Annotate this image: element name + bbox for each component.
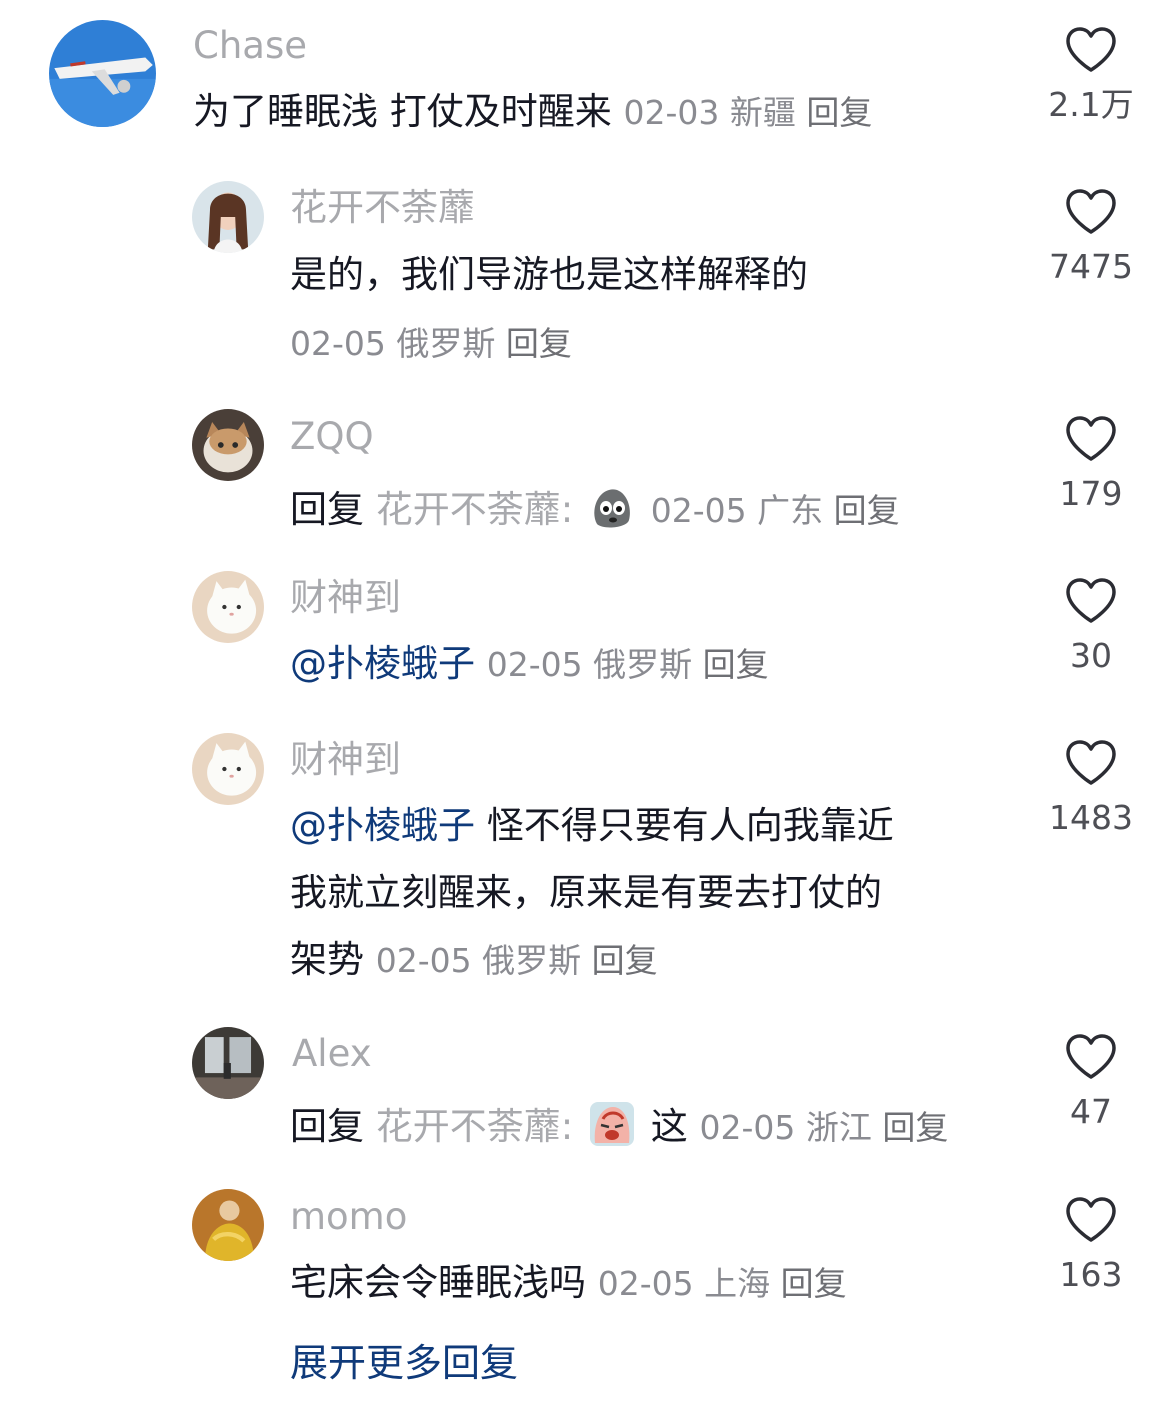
heart-icon	[1066, 189, 1116, 234]
reply-button[interactable]: 回复	[592, 941, 658, 980]
heart-icon	[1066, 416, 1116, 461]
white-cat-avatar[interactable]	[192, 571, 264, 643]
airplane-avatar[interactable]	[49, 20, 156, 127]
heart-icon	[1066, 1034, 1116, 1079]
woman-avatar[interactable]	[192, 181, 264, 253]
username[interactable]: ZQQ	[290, 418, 374, 455]
reply-button[interactable]: 回复	[806, 93, 872, 132]
comment-body-line3: 架势	[290, 938, 364, 981]
reply-button[interactable]: 回复	[834, 491, 900, 530]
cat-avatar[interactable]	[192, 409, 264, 481]
like-button[interactable]: 30	[1036, 577, 1146, 672]
comment-date: 02-05	[699, 1108, 796, 1147]
comment-text: 回复 花开不荼蘼: 02-05 广东 回复	[290, 484, 900, 530]
quoted-username[interactable]: 花开不荼蘼:	[376, 1105, 573, 1148]
comment-meta: 02-05 浙江 回复	[700, 1108, 949, 1147]
like-count: 163	[1059, 1255, 1123, 1294]
like-button[interactable]: 47	[1036, 1033, 1146, 1128]
comment-meta: 02-03 新疆 回复	[624, 93, 873, 132]
like-button[interactable]: 179	[1036, 415, 1146, 510]
comment-location: 俄罗斯	[482, 941, 582, 980]
mention-link[interactable]: @扑棱蛾子	[290, 642, 475, 685]
comment-meta: 02-05 俄罗斯 回复	[376, 941, 658, 980]
username[interactable]: Alex	[292, 1035, 372, 1072]
comment-date: 02-05	[375, 941, 472, 980]
like-count: 30	[1070, 636, 1112, 675]
like-count: 7475	[1049, 247, 1133, 286]
reply-prefix: 回复	[290, 488, 364, 531]
comment-meta: 02-05 上海 回复	[598, 1264, 847, 1303]
reply-prefix: 回复	[290, 1105, 364, 1148]
room-avatar[interactable]	[192, 1027, 264, 1099]
username[interactable]: 财神到	[290, 741, 401, 778]
username[interactable]: 财神到	[290, 579, 401, 616]
like-count: 2.1万	[1048, 85, 1134, 124]
like-count: 179	[1059, 474, 1123, 513]
comment-body: 这	[650, 1105, 688, 1148]
like-button[interactable]: 163	[1036, 1196, 1146, 1291]
comment-body: 宅床会令睡眠浅吗	[290, 1261, 586, 1304]
heart-icon	[1066, 578, 1116, 623]
username[interactable]: 花开不荼蘼	[290, 189, 475, 226]
comment-location: 广东	[757, 491, 824, 530]
painting-avatar[interactable]	[192, 1189, 264, 1261]
username[interactable]: Chase	[193, 27, 307, 64]
comment-text: 宅床会令睡眠浅吗 02-05 上海 回复	[290, 1264, 847, 1301]
like-button[interactable]: 7475	[1036, 188, 1146, 283]
comment-text: 架势 02-05 俄罗斯 回复	[290, 941, 658, 978]
reply-button[interactable]: 回复	[781, 1264, 847, 1303]
comment-location: 新疆	[729, 93, 796, 132]
comment-meta: 02-05 俄罗斯 回复	[290, 327, 572, 360]
comment-date: 02-03	[623, 93, 720, 132]
heart-icon	[1066, 27, 1116, 72]
mention-link[interactable]: @扑棱蛾子	[290, 804, 475, 847]
comment-body-line2: 我就立刻醒来，原来是有要去打仗的	[290, 871, 882, 914]
comment-date: 02-05	[650, 491, 747, 530]
comment-location: 上海	[704, 1264, 771, 1303]
comment-meta: 02-05 广东 回复	[651, 491, 900, 530]
like-button[interactable]: 1483	[1036, 739, 1146, 834]
heart-icon	[1066, 740, 1116, 785]
comment-text: @扑棱蛾子 怪不得只要有人向我靠近	[290, 807, 894, 844]
comment-body-line1: 怪不得只要有人向我靠近	[486, 804, 894, 847]
quoted-username[interactable]: 花开不荼蘼:	[376, 488, 573, 531]
comment-text: 为了睡眠浅 打仗及时醒来 02-03 新疆 回复	[193, 93, 872, 130]
like-count: 1483	[1049, 798, 1133, 837]
heart-icon	[1066, 1197, 1116, 1242]
comment-location: 俄罗斯	[593, 645, 693, 684]
expand-more-replies-button[interactable]: 展开更多回复	[290, 1344, 518, 1382]
comment-text: @扑棱蛾子 02-05 俄罗斯 回复	[290, 645, 769, 682]
like-button[interactable]: 2.1万	[1036, 26, 1146, 121]
comment-date: 02-05	[597, 1264, 694, 1303]
username[interactable]: momo	[290, 1198, 407, 1235]
reply-button[interactable]: 回复	[506, 324, 572, 363]
rock-face-emoji	[594, 489, 630, 528]
comment-date: 02-05	[486, 645, 583, 684]
crying-face-emoji	[590, 1102, 634, 1146]
comment-date: 02-05	[290, 324, 386, 363]
like-count: 47	[1070, 1092, 1112, 1131]
white-cat-avatar[interactable]	[192, 733, 264, 805]
comment-location: 浙江	[805, 1108, 872, 1147]
comment-location: 俄罗斯	[396, 324, 496, 363]
comment-meta: 02-05 俄罗斯 回复	[487, 645, 769, 684]
reply-button[interactable]: 回复	[882, 1108, 948, 1147]
reply-button[interactable]: 回复	[703, 645, 769, 684]
comment-body: 为了睡眠浅 打仗及时醒来	[193, 90, 612, 133]
comment-body: 是的，我们导游也是这样解释的	[290, 253, 808, 296]
comment-text: 回复 花开不荼蘼: 这 02-05 浙江 回复	[290, 1101, 948, 1147]
